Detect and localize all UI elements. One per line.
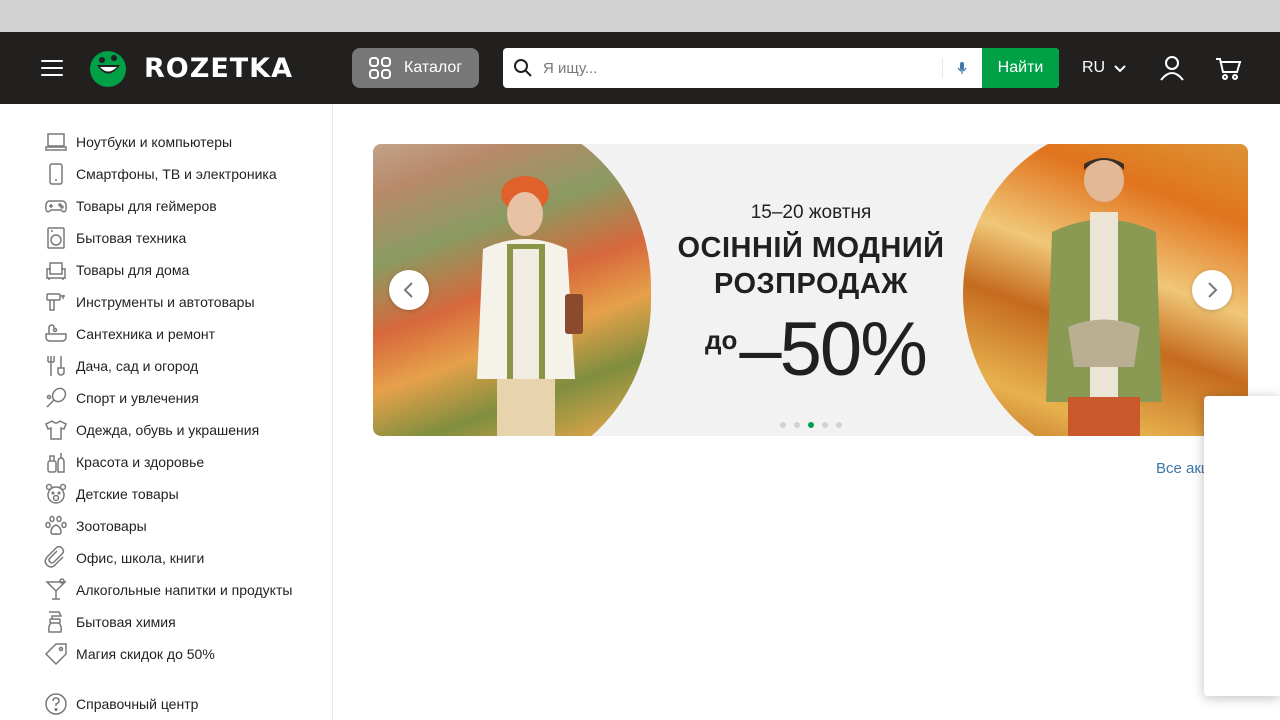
teddy-bear-icon	[45, 483, 67, 504]
user-icon[interactable]	[1158, 54, 1186, 82]
chevron-left-icon	[403, 282, 413, 298]
catalog-button[interactable]: Каталог	[352, 48, 479, 88]
category-item[interactable]: Магия скидок до 50%	[44, 638, 324, 670]
category-item[interactable]: Алкогольные напитки и продукты	[44, 574, 324, 606]
language-label: RU	[1082, 59, 1106, 76]
category-sidebar: Ноутбуки и компьютеры Смартфоны, ТВ и эл…	[0, 104, 333, 720]
discount-value: –50%	[739, 306, 927, 392]
slider-dots	[780, 422, 850, 428]
slider-dot[interactable]	[836, 422, 842, 428]
slider-dot[interactable]	[794, 422, 800, 428]
garden-tools-icon	[47, 356, 65, 376]
drill-icon	[46, 293, 65, 311]
discount-prefix: до	[705, 324, 738, 355]
bathtub-icon	[45, 324, 67, 342]
search-divider	[942, 58, 943, 78]
menu-burger-button[interactable]	[36, 52, 68, 84]
category-item[interactable]: Сантехника и ремонт	[44, 318, 324, 350]
banner-title-line2: РОЗПРОДАЖ	[714, 268, 908, 300]
category-item[interactable]: Инструменты и автотовары	[44, 286, 324, 318]
microphone-icon[interactable]	[954, 60, 970, 76]
category-item[interactable]: Зоотовары	[44, 510, 324, 542]
model-man-image	[1046, 158, 1162, 436]
tag-icon	[44, 643, 67, 666]
smartphone-icon	[49, 163, 63, 185]
search-submit-button[interactable]: Найти	[982, 48, 1059, 88]
slider-dot[interactable]	[822, 422, 828, 428]
banner-title-line1: ОСІННІЙ МОДНИЙ	[677, 232, 945, 264]
cosmetics-icon	[47, 453, 65, 473]
rozetka-smile-logo-icon	[90, 51, 126, 87]
slider-next-button[interactable]	[1192, 270, 1232, 310]
chevron-down-icon	[1114, 65, 1126, 73]
cocktail-icon	[45, 578, 67, 600]
grid-icon	[369, 57, 391, 79]
category-list: Ноутбуки и компьютеры Смартфоны, ТВ и эл…	[44, 126, 324, 670]
cart-icon[interactable]	[1214, 54, 1242, 82]
search-bar: Найти	[503, 48, 1059, 88]
search-icon	[514, 59, 532, 77]
spray-bottle-icon	[48, 611, 63, 633]
overlay-popup-panel	[1204, 396, 1280, 696]
slider-dot[interactable]	[780, 422, 786, 428]
category-item[interactable]: Одежда, обувь и украшения	[44, 414, 324, 446]
category-item[interactable]: Смартфоны, ТВ и электроника	[44, 158, 324, 190]
promo-banner-slider[interactable]: 15–20 жовтня ОСІННІЙ МОДНИЙ РОЗПРОДАЖ до…	[373, 144, 1248, 436]
category-item[interactable]: Красота и здоровье	[44, 446, 324, 478]
chevron-right-icon	[1208, 282, 1218, 298]
question-circle-icon	[45, 693, 67, 715]
paperclip-icon	[44, 546, 65, 568]
category-item[interactable]: Офис, школа, книги	[44, 542, 324, 574]
catalog-label: Каталог	[404, 59, 463, 76]
help-center-link[interactable]: Справочный центр	[44, 690, 198, 718]
site-header: ROZETKA Каталог Найти RU	[0, 32, 1280, 104]
banner-date: 15–20 жовтня	[750, 202, 872, 223]
category-item[interactable]: Товары для геймеров	[44, 190, 324, 222]
category-item[interactable]: Дача, сад и огород	[44, 350, 324, 382]
site-logo[interactable]: ROZETKA	[88, 48, 293, 88]
category-item[interactable]: Товары для дома	[44, 254, 324, 286]
category-item[interactable]: Бытовая техника	[44, 222, 324, 254]
washing-machine-icon	[47, 227, 65, 249]
banner-discount: до –50%	[705, 304, 928, 394]
armchair-icon	[46, 262, 66, 280]
slider-prev-button[interactable]	[389, 270, 429, 310]
model-woman-image	[477, 176, 583, 436]
racket-icon	[46, 387, 67, 408]
slider-dot-active[interactable]	[808, 422, 814, 428]
top-strip	[0, 0, 1280, 32]
search-input[interactable]	[543, 48, 941, 88]
logo-text: ROZETKA	[144, 52, 294, 84]
paw-icon	[45, 515, 67, 535]
laptop-icon	[45, 133, 67, 151]
category-item[interactable]: Спорт и увлечения	[44, 382, 324, 414]
category-item[interactable]: Детские товары	[44, 478, 324, 510]
language-selector[interactable]: RU	[1082, 56, 1127, 80]
tshirt-icon	[45, 420, 67, 440]
gamepad-icon	[45, 200, 67, 213]
category-item[interactable]: Ноутбуки и компьютеры	[44, 126, 324, 158]
category-item[interactable]: Бытовая химия	[44, 606, 324, 638]
